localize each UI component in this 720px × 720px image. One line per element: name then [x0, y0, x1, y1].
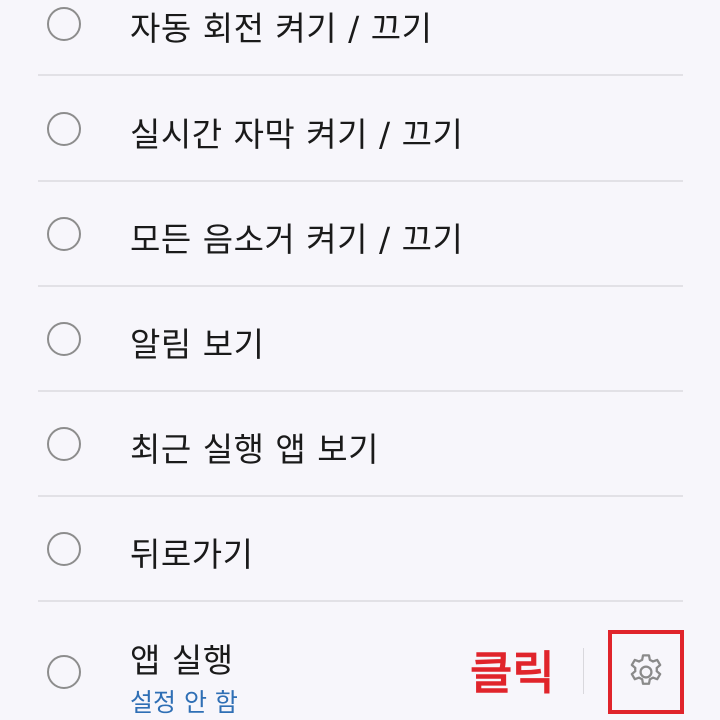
click-annotation: 클릭	[470, 646, 555, 700]
list-item[interactable]: 자동 회전 켜기 / 끄기	[0, 0, 720, 77]
list-item[interactable]: 실시간 자막 켜기 / 끄기	[0, 76, 720, 181]
settings-button[interactable]	[608, 630, 684, 714]
radio-button[interactable]	[47, 112, 81, 146]
radio-button[interactable]	[47, 655, 81, 689]
list-item[interactable]: 뒤로가기	[0, 497, 720, 602]
list-item[interactable]: 모든 음소거 켜기 / 끄기	[0, 182, 720, 287]
item-sublabel: 설정 안 함	[130, 688, 238, 717]
item-label: 최근 실행 앱 보기	[130, 430, 379, 469]
gear-icon	[630, 654, 662, 685]
item-label: 알림 보기	[130, 325, 265, 364]
item-label: 뒤로가기	[130, 535, 254, 574]
radio-button[interactable]	[47, 7, 81, 41]
radio-button[interactable]	[47, 322, 81, 356]
radio-button[interactable]	[47, 532, 81, 566]
item-label: 자동 회전 켜기 / 끄기	[130, 9, 433, 48]
list-item[interactable]: 알림 보기	[0, 287, 720, 392]
screen: 자동 회전 켜기 / 끄기 실시간 자막 켜기 / 끄기 모든 음소거 켜기 /…	[0, 0, 720, 720]
item-label: 실시간 자막 켜기 / 끄기	[130, 115, 464, 154]
radio-button[interactable]	[47, 427, 81, 461]
radio-button[interactable]	[47, 217, 81, 251]
item-label: 앱 실행	[130, 641, 234, 680]
vertical-divider	[583, 648, 584, 694]
item-label: 모든 음소거 켜기 / 끄기	[130, 220, 464, 259]
list-item[interactable]: 최근 실행 앱 보기	[0, 392, 720, 497]
